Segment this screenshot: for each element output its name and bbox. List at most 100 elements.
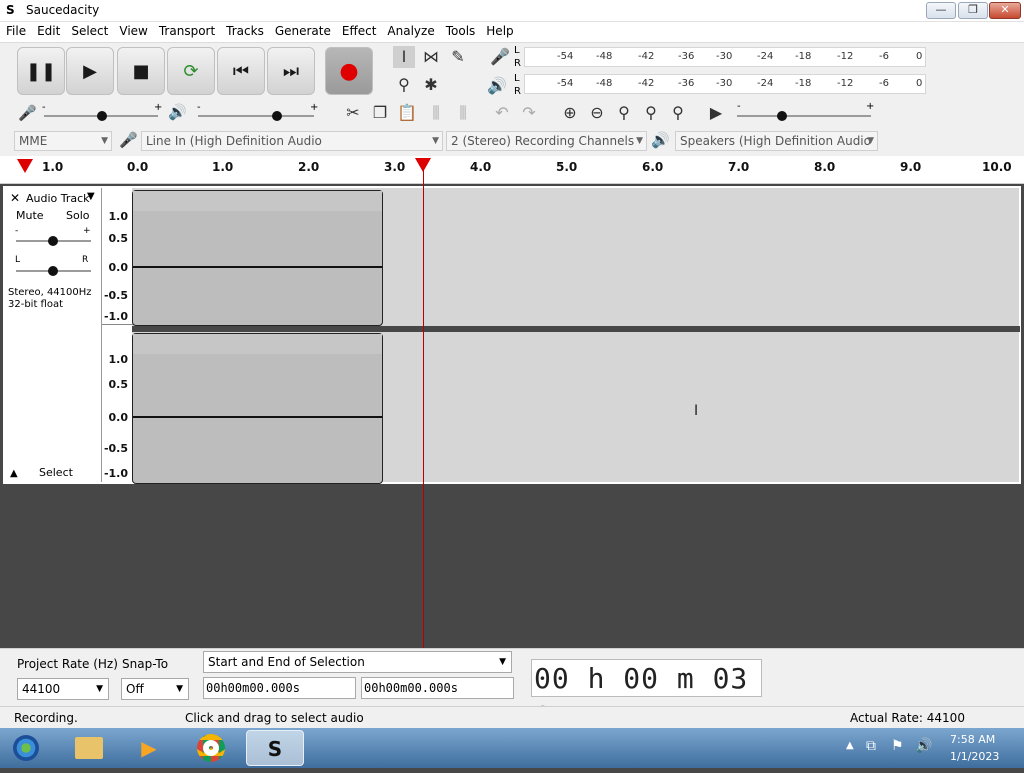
skip-end-button[interactable]: ⏭	[267, 47, 315, 95]
play-button[interactable]: ▶	[66, 47, 114, 95]
track-name-button[interactable]: Audio Track	[26, 192, 90, 205]
selection-mode-select[interactable]: Start and End of Selection ▼	[203, 651, 512, 673]
rec-vol-plus: +	[154, 102, 163, 113]
close-button[interactable]: ✕	[989, 2, 1021, 19]
zoom-tool-icon[interactable]: ⚲	[393, 74, 415, 96]
envelope-tool-icon[interactable]: ⋈	[420, 46, 442, 68]
chrome-taskbar-icon[interactable]	[184, 730, 238, 766]
menu-analyze[interactable]: Analyze	[381, 22, 439, 38]
status-state: Recording.	[14, 711, 78, 725]
media-player-icon: ▶	[141, 736, 157, 760]
play-speed-slider[interactable]	[737, 115, 871, 117]
channel-divider	[102, 324, 133, 325]
audio-clip-left[interactable]	[132, 190, 383, 326]
speaker-meter-icon[interactable]: 🔊	[487, 76, 507, 95]
fit-project-icon[interactable]: ⚲	[640, 102, 662, 124]
recording-channels-select[interactable]: 2 (Stereo) Recording Channels ▼	[446, 131, 647, 151]
mic-meter-icon[interactable]: 🎤	[490, 47, 510, 66]
recording-volume-knob[interactable]	[97, 111, 107, 121]
menu-select[interactable]: Select	[65, 22, 113, 38]
zoom-in-icon[interactable]: ⊕	[559, 102, 581, 124]
paste-icon[interactable]: 📋	[396, 102, 418, 124]
close-track-icon[interactable]: ✕	[10, 191, 20, 205]
selection-start-field[interactable]: 00h00m00.000s	[203, 677, 356, 699]
waveform-line	[133, 266, 382, 268]
chevron-down-icon: ▼	[176, 684, 183, 694]
clock-time[interactable]: 7:58 AM	[950, 733, 995, 746]
selection-tool-icon[interactable]: I	[393, 46, 415, 68]
show-hidden-icons-icon[interactable]: ▲	[846, 740, 854, 751]
play-speed-knob[interactable]	[777, 111, 787, 121]
loop-button[interactable]: ⟳	[167, 47, 215, 95]
selection-end-field[interactable]: 00h00m00.000s	[361, 677, 514, 699]
menu-help[interactable]: Help	[480, 22, 518, 38]
menu-bar: File Edit Select View Transport Tracks Generat…	[0, 22, 1024, 42]
play-at-speed-icon[interactable]: ▶	[705, 102, 727, 124]
play-icon: ▶	[83, 60, 97, 82]
audio-clip-right[interactable]	[132, 333, 383, 484]
cut-icon[interactable]: ✂	[342, 102, 364, 124]
maximize-button[interactable]: ❐	[958, 2, 988, 19]
menu-file[interactable]: File	[0, 22, 31, 38]
playhead-line	[423, 170, 424, 648]
draw-tool-icon[interactable]: ✎	[447, 46, 469, 68]
select-track-button[interactable]: Select	[39, 466, 73, 479]
timeline-ruler[interactable]: 1.0 0.0 1.0 2.0 3.0 4.0 5.0 6.0 7.0 8.0 …	[0, 156, 1024, 184]
fit-selection-icon[interactable]: ⚲	[613, 102, 635, 124]
start-button[interactable]	[0, 730, 52, 766]
media-player-taskbar-icon[interactable]: ▶	[122, 730, 176, 766]
solo-button[interactable]: Solo	[66, 209, 90, 222]
clip-name-bar[interactable]	[133, 334, 382, 354]
record-button[interactable]: ●	[325, 47, 373, 95]
track-info-rate: Stereo, 44100Hz	[8, 287, 92, 298]
recording-device-select[interactable]: Line In (High Definition Audio ▼	[141, 131, 443, 151]
menu-generate[interactable]: Generate	[269, 22, 336, 38]
menu-tracks[interactable]: Tracks	[220, 22, 269, 38]
skip-start-button[interactable]: ⏮	[217, 47, 265, 95]
play-region-start-marker[interactable]	[17, 159, 33, 173]
playback-volume-slider[interactable]	[198, 115, 314, 117]
minimize-button[interactable]: —	[926, 2, 956, 19]
playback-device-select[interactable]: Speakers (High Definition Audio ▼	[675, 131, 878, 151]
menu-transport[interactable]: Transport	[153, 22, 220, 38]
undo-icon[interactable]: ↶	[491, 102, 513, 124]
snap-to-select[interactable]: Off ▼	[121, 678, 189, 700]
multi-tool-icon[interactable]: ✱	[420, 74, 442, 96]
silence-icon[interactable]: ⫼	[452, 102, 474, 124]
menu-edit[interactable]: Edit	[31, 22, 65, 38]
chrome-icon	[197, 734, 225, 762]
redo-icon[interactable]: ↷	[518, 102, 540, 124]
action-center-icon[interactable]: ⚑	[891, 738, 904, 754]
audio-position-display[interactable]: 00 h 00 m 03 s	[531, 659, 762, 728]
copy-icon[interactable]: ❐	[369, 102, 391, 124]
clip-name-bar[interactable]	[133, 191, 382, 211]
skip-start-icon: ⏮	[232, 60, 250, 82]
trim-icon[interactable]: ⫼	[425, 102, 447, 124]
vertical-ruler: 1.0 0.5 0.0 -0.5 -1.0 1.0 0.5 0.0 -0.5 -…	[101, 188, 133, 482]
zoom-toggle-icon[interactable]: ⚲	[667, 102, 689, 124]
stop-button[interactable]: ■	[117, 47, 165, 95]
playback-meter[interactable]: -54 -48 -42 -36 -30 -24 -18 -12 -6 0	[524, 74, 926, 94]
waveform-line	[133, 416, 382, 418]
saucedacity-taskbar-icon[interactable]: S	[246, 730, 304, 766]
pan-knob[interactable]	[48, 266, 58, 276]
gain-knob[interactable]	[48, 236, 58, 246]
zoom-out-icon[interactable]: ⊖	[586, 102, 608, 124]
explorer-taskbar-icon[interactable]	[62, 730, 116, 766]
menu-effect[interactable]: Effect	[336, 22, 382, 38]
collapse-track-icon[interactable]: ▲	[10, 468, 18, 479]
menu-tools[interactable]: Tools	[440, 22, 481, 38]
network-icon[interactable]: ⧉	[866, 738, 876, 754]
audio-host-select[interactable]: MME ▼	[14, 131, 112, 151]
menu-view[interactable]: View	[113, 22, 152, 38]
clock-date[interactable]: 1/1/2023	[950, 750, 999, 763]
status-actual-rate: Actual Rate: 44100	[850, 711, 965, 725]
pause-button[interactable]: ❚❚	[17, 47, 65, 95]
selection-toolbar: Project Rate (Hz) 44100 ▼ Snap-To Off ▼ St…	[0, 648, 1024, 706]
track-menu-chevron-icon[interactable]: ▼	[87, 191, 95, 202]
project-rate-select[interactable]: 44100 ▼	[17, 678, 109, 700]
record-meter[interactable]: -54 -48 -42 -36 -30 -24 -18 -12 -6 0	[524, 47, 926, 67]
mute-button[interactable]: Mute	[16, 209, 44, 222]
playback-volume-knob[interactable]	[272, 111, 282, 121]
volume-icon[interactable]: 🔊	[915, 738, 932, 754]
